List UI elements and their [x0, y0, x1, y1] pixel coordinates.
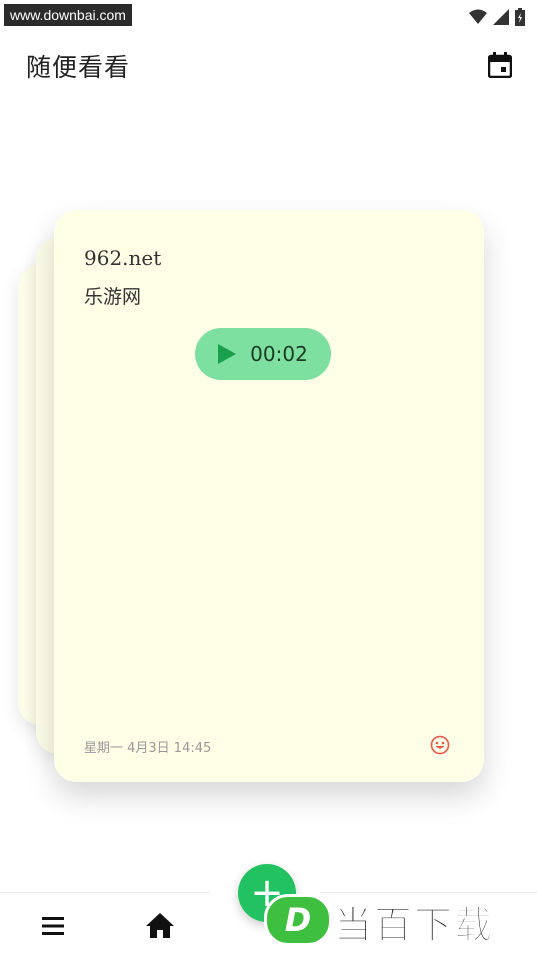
battery-icon: [515, 8, 525, 26]
signal-icon: [493, 9, 509, 25]
menu-icon[interactable]: [38, 913, 68, 939]
note-subtitle: 乐游网: [84, 286, 142, 308]
logo-letter: D: [284, 901, 312, 939]
note-card[interactable]: 962.net 乐游网 00:02 星期一 4月3日 14:45: [54, 210, 484, 782]
note-heading: 962.net: [84, 246, 162, 270]
calendar-button[interactable]: [485, 50, 515, 80]
calendar-icon: [488, 52, 512, 78]
note-date: 星期一 4月3日 14:45: [84, 741, 212, 756]
watermark-url: www.downbai.com: [4, 4, 132, 26]
logo-text: 当百下载: [333, 903, 495, 948]
audio-duration: 00:02: [250, 342, 308, 366]
smile-mood-icon[interactable]: [430, 735, 450, 755]
wifi-icon: [469, 9, 487, 24]
app-header: 随便看看: [0, 40, 537, 96]
home-icon[interactable]: [144, 909, 176, 941]
status-icons: [469, 8, 525, 26]
logo-badge: D: [264, 894, 332, 946]
status-bar: www.downbai.com: [0, 0, 537, 32]
page-title: 随便看看: [26, 53, 131, 82]
audio-play-button[interactable]: 00:02: [195, 328, 331, 380]
play-icon: [218, 344, 237, 364]
watermark-logo: D 当百下载: [264, 890, 532, 948]
